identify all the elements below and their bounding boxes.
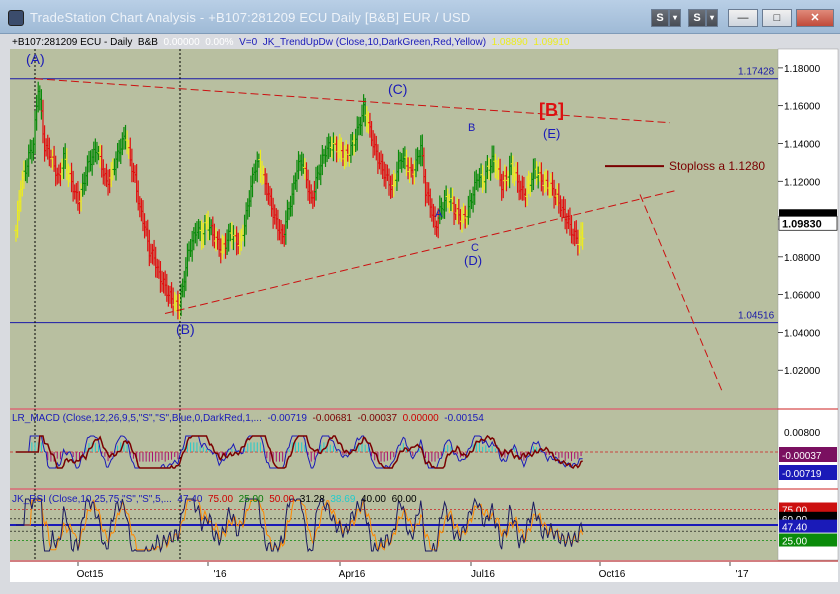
horizontal-level-label: 1.17428 — [738, 67, 775, 78]
macd-value-5: -0.00154 — [444, 413, 484, 424]
wave-label-b: (B) — [176, 321, 195, 337]
time-tick-label: '17 — [735, 569, 748, 580]
rsi-value-7: 40.00 — [360, 494, 386, 505]
rsi-badge-label: 25.00 — [782, 537, 807, 548]
time-tick-label: Oct16 — [599, 569, 626, 580]
rsi-value-2: 75.00 — [208, 494, 234, 505]
indicator-value-1: 1.08890 — [491, 37, 528, 48]
rsi-value-6: 38.69 — [330, 494, 356, 505]
price-tick-label: 1.04000 — [784, 328, 821, 339]
time-tick-label: Jul16 — [471, 569, 495, 580]
price-tick-label: 1.02000 — [784, 366, 821, 377]
wave-label-big-b: [B] — [539, 100, 564, 120]
symbol-label: +B107:281209 ECU - Daily — [12, 37, 133, 48]
macd-badge-2-label: -0.00719 — [782, 469, 822, 480]
rsi-value-5: 31.28 — [299, 494, 325, 505]
price-tick-label: 1.16000 — [784, 102, 821, 113]
macd-value-2: -0.00681 — [312, 413, 352, 424]
subwave-label-c: C — [471, 242, 479, 254]
macd-axis-label: 0.00800 — [784, 428, 821, 439]
price-tick-label: 1.14000 — [784, 139, 821, 150]
macd-value-1: -0.00719 — [267, 413, 307, 424]
rsi-value-3: 25.00 — [238, 494, 264, 505]
stoploss-label: Stoploss a 1.1280 — [669, 159, 765, 173]
rsi-value-8: 60.00 — [391, 494, 417, 505]
wave-label-a: (A) — [26, 51, 45, 67]
macd-badge-1-label: -0.00037 — [782, 451, 822, 462]
price-tick-label: 1.18000 — [784, 64, 821, 75]
time-tick-label: Oct15 — [77, 569, 104, 580]
horizontal-level-label: 1.04516 — [738, 311, 775, 322]
rsi-badge-label: 47.40 — [782, 523, 807, 534]
price-panel — [10, 49, 778, 408]
wave-label-d: (D) — [464, 253, 482, 268]
last-price-label: 1.09830 — [782, 218, 822, 230]
info-v3: V=0 — [239, 37, 258, 48]
wave-label-e: (E) — [543, 126, 560, 141]
rsi-value-1: 47.40 — [177, 494, 203, 505]
price-tick-label: 1.12000 — [784, 177, 821, 188]
time-tick-label: '16 — [213, 569, 226, 580]
subwave-label-b: B — [468, 122, 475, 134]
price-tick-label: 1.08000 — [784, 253, 821, 264]
macd-name: LR_MACD (Close,12,26,9,5,"S","S",Blue,0,… — [12, 413, 262, 424]
data-tag: B&B — [137, 37, 158, 48]
info-v2: 0.00% — [205, 37, 234, 48]
rsi-value-4: 50.00 — [269, 494, 295, 505]
info-v1: 0.00000 — [163, 37, 200, 48]
macd-value-3: -0.00037 — [357, 413, 398, 424]
indicator-label: JK_TrendUpDw (Close,10,DarkGreen,Red,Yel… — [262, 37, 487, 48]
time-tick-label: Apr16 — [339, 569, 366, 580]
wave-label-c: (C) — [388, 81, 407, 97]
price-axis-strip — [777, 48, 839, 561]
subwave-label-a: A — [435, 208, 443, 220]
indicator-value-2: 1.09910 — [533, 37, 570, 48]
macd-title: LR_MACD (Close,12,26,9,5,"S","S",Blue,0,… — [12, 413, 484, 424]
time-axis-strip — [10, 562, 838, 582]
rsi-name: JK_RSI (Close,10,25,75,"S","S",5,... — [12, 494, 172, 505]
price-tick-label: 1.06000 — [784, 291, 821, 302]
info-line: +B107:281209 ECU - Daily B&B 0.00000 0.0… — [12, 37, 569, 48]
macd-value-4: 0.00000 — [402, 413, 439, 424]
rsi-title: JK_RSI (Close,10,25,75,"S","S",5,... 47.… — [12, 494, 417, 505]
